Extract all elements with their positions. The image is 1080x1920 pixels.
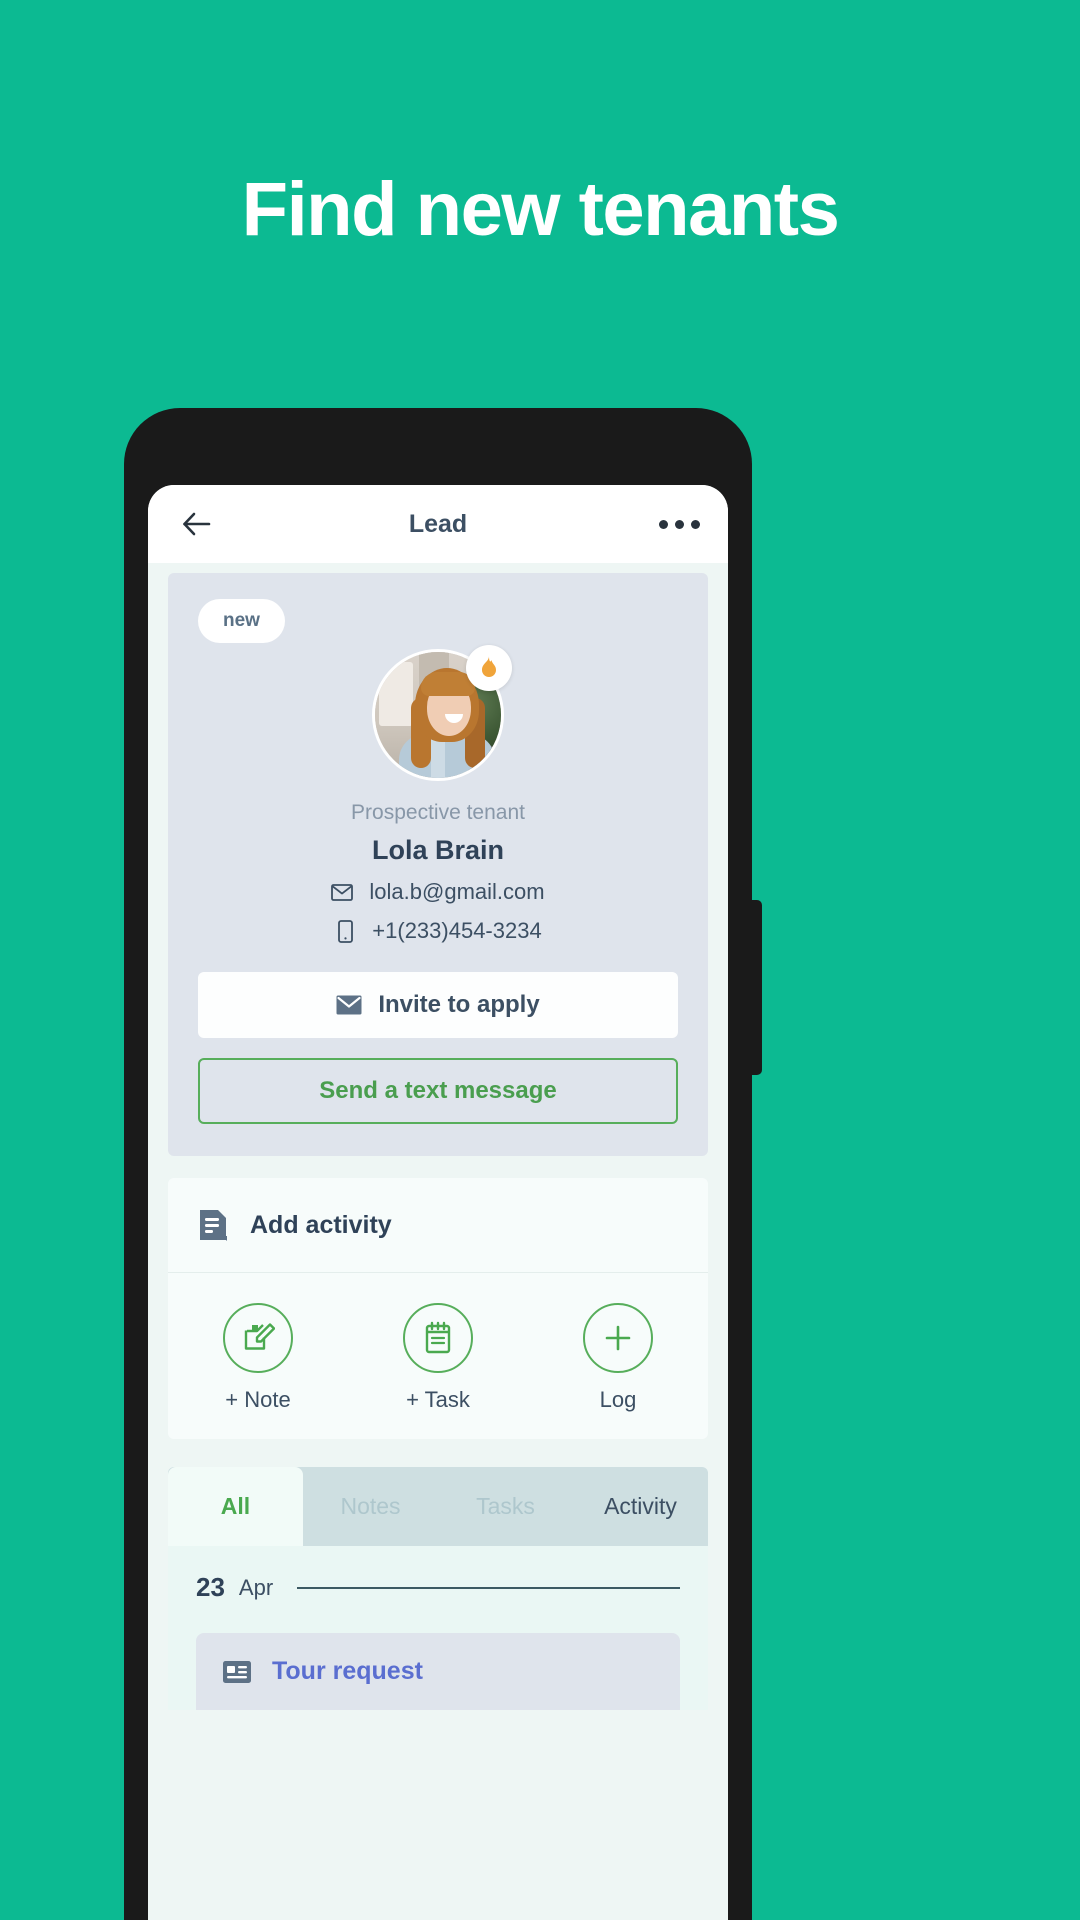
phone-screen: Lead new Prospective tenant Lola Brain l…	[148, 485, 728, 1920]
timeline-event-title: Tour request	[272, 1657, 423, 1685]
content-scroll-area[interactable]: new Prospective tenant Lola Brain lola.b…	[148, 563, 728, 1920]
status-badge: new	[198, 599, 285, 643]
flame-icon	[482, 656, 496, 677]
mail-icon	[336, 995, 362, 1015]
log-circle	[583, 1303, 653, 1373]
more-dot-1	[659, 519, 668, 529]
log-button[interactable]: Log	[528, 1303, 708, 1413]
quick-actions-row: + Note + Task Log	[168, 1273, 708, 1439]
plus-circle-icon	[605, 1325, 631, 1351]
send-text-message-button[interactable]: Send a text message	[198, 1058, 678, 1124]
clipboard-icon	[425, 1321, 451, 1354]
invite-to-apply-button[interactable]: Invite to apply	[198, 972, 678, 1038]
add-task-button[interactable]: + Task	[348, 1303, 528, 1413]
add-activity-card: Add activity + Note + Task Log	[168, 1178, 708, 1439]
add-activity-header[interactable]: Add activity	[168, 1178, 708, 1273]
timeline-date-day: 23	[196, 1572, 225, 1602]
add-task-label: + Task	[406, 1387, 470, 1412]
add-task-circle	[403, 1303, 473, 1373]
page-title: Lead	[408, 509, 468, 538]
lead-name: Lola Brain	[371, 835, 505, 865]
timeline-divider	[297, 1586, 680, 1589]
timeline-date-month: Apr	[238, 1574, 274, 1600]
timeline-event-row[interactable]: Tour request	[196, 1633, 680, 1710]
avatar-photo-window	[379, 662, 413, 726]
tab-activity[interactable]: Activity	[573, 1467, 708, 1546]
invite-to-apply-label: Invite to apply	[378, 991, 540, 1018]
marketing-headline: Find new tenants	[241, 167, 840, 252]
add-activity-label: Add activity	[250, 1210, 392, 1239]
contact-card-icon	[223, 1660, 251, 1683]
avatar-wrapper	[372, 645, 512, 781]
phone-value: +1(233)454-3234	[372, 918, 542, 943]
add-note-button[interactable]: + Note	[168, 1303, 348, 1413]
note-edit-icon	[244, 1323, 275, 1350]
add-note-circle	[223, 1303, 293, 1373]
app-navbar: Lead	[148, 485, 728, 563]
more-dot-3	[691, 519, 700, 529]
activity-tabs: All Notes Tasks Activity	[168, 1467, 708, 1546]
email-value: lola.b@gmail.com	[369, 879, 545, 904]
back-button[interactable]	[176, 504, 216, 544]
document-icon	[200, 1210, 227, 1241]
arrow-left-icon	[183, 512, 211, 536]
lead-profile-card: new Prospective tenant Lola Brain lola.b…	[168, 573, 708, 1156]
tab-notes[interactable]: Notes	[303, 1467, 438, 1546]
hot-lead-badge	[466, 645, 512, 691]
phone-row[interactable]: +1(233)454-3234	[198, 918, 678, 944]
timeline-date-row: 23 Apr	[196, 1572, 680, 1603]
log-label: Log	[599, 1387, 637, 1412]
email-row[interactable]: lola.b@gmail.com	[198, 879, 678, 905]
lead-role-label: Prospective tenant	[351, 801, 525, 824]
add-note-label: + Note	[225, 1387, 291, 1412]
tab-all[interactable]: All	[168, 1467, 303, 1546]
tab-tasks[interactable]: Tasks	[438, 1467, 573, 1546]
send-text-message-label: Send a text message	[319, 1077, 557, 1104]
phone-side-button	[752, 900, 762, 1075]
activity-tabs-section: All Notes Tasks Activity 23 Apr Tour req…	[168, 1467, 708, 1710]
mail-icon	[331, 881, 354, 903]
more-options-button[interactable]	[659, 519, 700, 529]
mobile-icon	[334, 919, 356, 943]
timeline: 23 Apr Tour request	[168, 1546, 708, 1710]
more-dot-2	[675, 519, 684, 529]
